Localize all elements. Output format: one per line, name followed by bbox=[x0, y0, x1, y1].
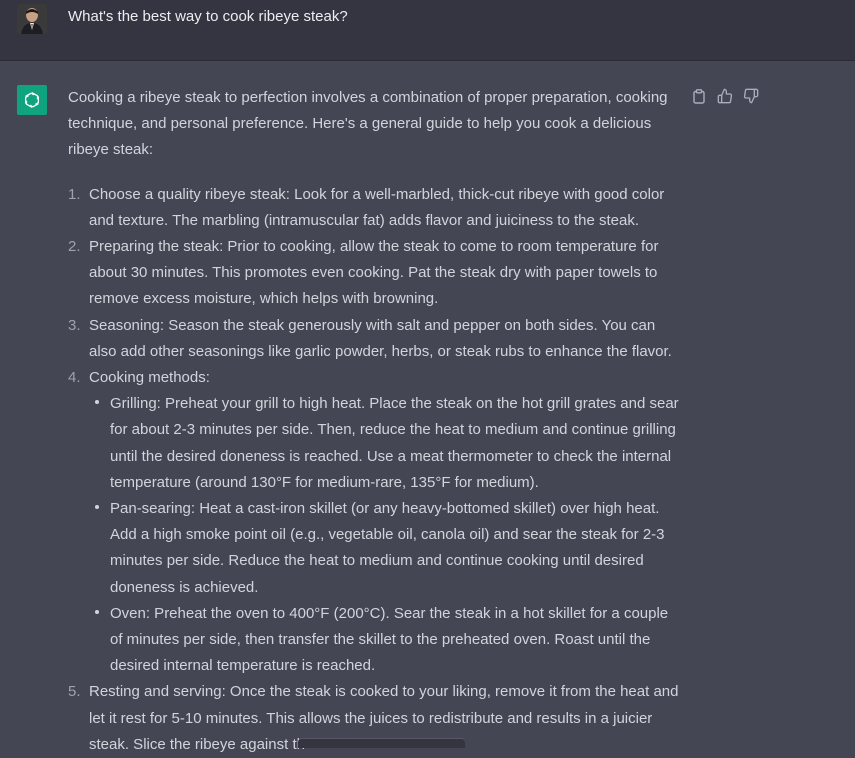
bullet bbox=[95, 505, 99, 510]
list-number: 4. bbox=[68, 369, 81, 387]
steps-list: 1. Choose a quality ribeye steak: Look f… bbox=[68, 182, 680, 758]
list-item: 1. Choose a quality ribeye steak: Look f… bbox=[68, 182, 680, 234]
list-item-text: Oven: Preheat the oven to 400°F (200°C).… bbox=[110, 604, 669, 675]
assistant-message-row: Cooking a ribeye steak to perfection inv… bbox=[0, 61, 855, 753]
list-item-text: Pan-searing: Heat a cast-iron skillet (o… bbox=[110, 500, 665, 596]
list-item: 3. Seasoning: Season the steak generousl… bbox=[68, 313, 680, 365]
list-item: 2. Preparing the steak: Prior to cooking… bbox=[68, 234, 680, 313]
list-number: 2. bbox=[68, 238, 81, 256]
list-number: 1. bbox=[68, 185, 81, 203]
list-item-text: Seasoning: Season the steak generously w… bbox=[89, 316, 672, 360]
list-number: 3. bbox=[68, 316, 81, 334]
list-item-text: Preparing the steak: Prior to cooking, a… bbox=[89, 238, 659, 308]
bullet bbox=[95, 609, 99, 614]
assistant-message-content: Cooking a ribeye steak to perfection inv… bbox=[68, 85, 680, 758]
openai-logo-icon bbox=[17, 85, 47, 115]
thumbs-down-icon[interactable] bbox=[742, 87, 760, 105]
bullet bbox=[95, 400, 99, 405]
cooking-methods-list: Grilling: Preheat your grill to high hea… bbox=[89, 391, 680, 679]
list-item: 4. Cooking methods: Grilling: Preheat yo… bbox=[68, 365, 680, 679]
list-item-text: Grilling: Preheat your grill to high hea… bbox=[110, 395, 679, 491]
copy-icon[interactable] bbox=[690, 87, 708, 105]
user-avatar bbox=[17, 4, 47, 34]
intro-paragraph: Cooking a ribeye steak to perfection inv… bbox=[68, 89, 668, 159]
list-item: Oven: Preheat the oven to 400°F (200°C).… bbox=[89, 601, 680, 680]
list-item-text: Choose a quality ribeye steak: Look for … bbox=[89, 185, 665, 229]
thumbs-up-icon[interactable] bbox=[716, 87, 734, 105]
list-item: Grilling: Preheat your grill to high hea… bbox=[89, 391, 680, 496]
user-message-text: What's the best way to cook ribeye steak… bbox=[68, 8, 348, 25]
message-actions bbox=[690, 87, 760, 105]
list-number: 5. bbox=[68, 683, 81, 701]
user-message-row: What's the best way to cook ribeye steak… bbox=[0, 0, 855, 61]
list-item-text: Cooking methods: bbox=[89, 369, 210, 387]
list-item: Pan-searing: Heat a cast-iron skillet (o… bbox=[89, 496, 680, 601]
